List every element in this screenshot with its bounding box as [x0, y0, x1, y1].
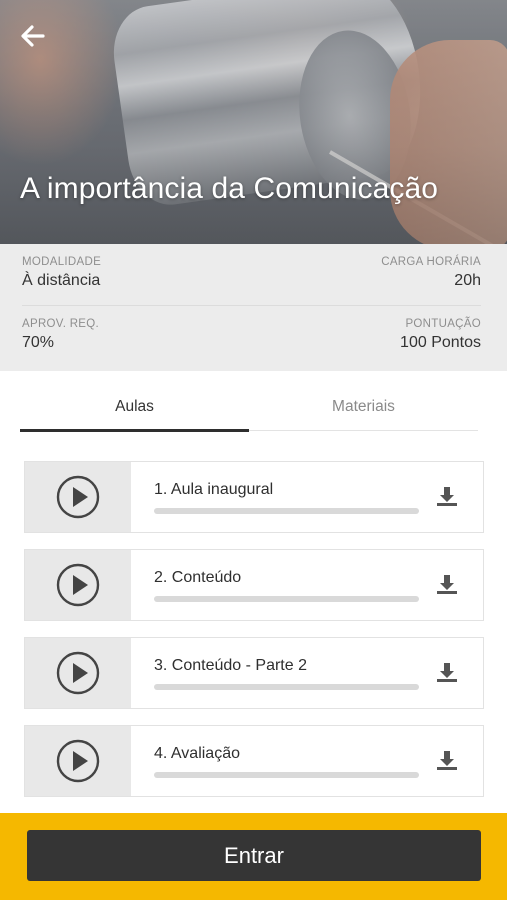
pontuacao-value: 100 Pontos	[400, 334, 481, 351]
active-tab-indicator	[20, 429, 249, 432]
lesson-title: 1. Aula inaugural	[154, 481, 274, 498]
download-icon[interactable]	[435, 748, 459, 772]
lesson-item[interactable]: 2. Conteúdo	[24, 549, 484, 621]
tab-aulas[interactable]: Aulas	[20, 383, 249, 431]
course-detail-screen: A importância da Comunicação MODALIDADE …	[0, 0, 507, 900]
carga-horaria-value: 20h	[454, 272, 481, 289]
carga-horaria-field: CARGA HORÁRIA 20h	[381, 256, 481, 290]
lesson-item[interactable]: 1. Aula inaugural	[24, 461, 484, 533]
bottom-action-bar: Entrar	[0, 813, 507, 900]
lesson-item[interactable]: 3. Conteúdo - Parte 2	[24, 637, 484, 709]
lesson-title: 2. Conteúdo	[154, 569, 242, 586]
course-hero-image: A importância da Comunicação	[0, 0, 507, 244]
play-circle-icon[interactable]	[56, 475, 100, 519]
lesson-thumbnail	[25, 550, 131, 620]
play-circle-icon[interactable]	[56, 739, 100, 783]
lesson-thumbnail	[25, 638, 131, 708]
lesson-item[interactable]: 4. Avaliação	[24, 725, 484, 797]
content-tabs: Aulas Materiais	[20, 383, 478, 432]
play-circle-icon[interactable]	[56, 563, 100, 607]
lesson-title: 4. Avaliação	[154, 745, 240, 762]
tab-materiais[interactable]: Materiais	[249, 383, 478, 431]
lesson-progress-bar	[154, 596, 419, 602]
lesson-list: 1. Aula inaugural 2. Conteúdo 3. Conteúd…	[24, 461, 484, 813]
modalidade-label: MODALIDADE	[22, 256, 102, 268]
download-icon[interactable]	[435, 660, 459, 684]
lesson-title: 3. Conteúdo - Parte 2	[154, 657, 307, 674]
course-info-panel: MODALIDADE À distância CARGA HORÁRIA 20h…	[0, 244, 507, 371]
download-icon[interactable]	[435, 572, 459, 596]
back-button[interactable]	[16, 20, 50, 52]
arrow-left-icon	[21, 25, 45, 47]
lesson-thumbnail	[25, 726, 131, 796]
enter-button[interactable]: Entrar	[27, 830, 481, 881]
lesson-thumbnail	[25, 462, 131, 532]
lesson-progress-bar	[154, 684, 419, 690]
aprov-req-value: 70%	[22, 334, 55, 351]
pontuacao-field: PONTUAÇÃO 100 Pontos	[400, 318, 481, 352]
download-icon[interactable]	[435, 484, 459, 508]
lesson-progress-bar	[154, 508, 419, 514]
course-title: A importância da Comunicação	[20, 172, 439, 205]
pontuacao-label: PONTUAÇÃO	[405, 318, 481, 330]
carga-horaria-label: CARGA HORÁRIA	[381, 256, 481, 268]
modalidade-value: À distância	[22, 272, 101, 289]
aprov-req-label: APROV. REQ.	[22, 318, 100, 330]
modalidade-field: MODALIDADE À distância	[22, 256, 101, 290]
lesson-progress-bar	[154, 772, 419, 778]
play-circle-icon[interactable]	[56, 651, 100, 695]
aprov-req-field: APROV. REQ. 70%	[22, 318, 99, 352]
